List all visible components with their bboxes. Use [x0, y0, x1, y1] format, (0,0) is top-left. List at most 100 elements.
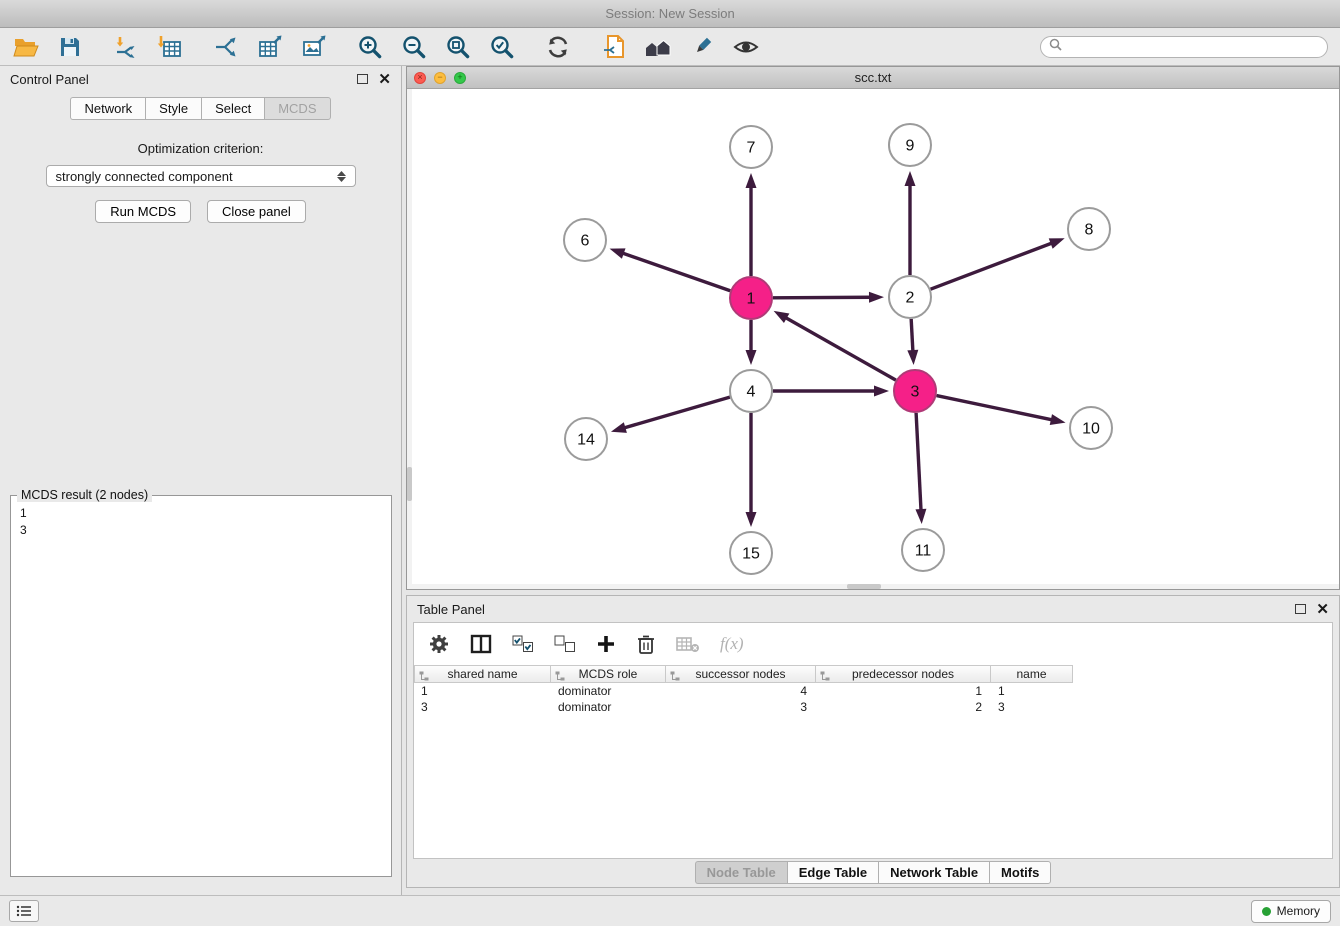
vertical-scroll-handle[interactable] — [407, 467, 412, 501]
table-header-row: shared name MCDS role successor nodes pr… — [414, 665, 1332, 683]
delete-row-trash-icon[interactable] — [636, 633, 656, 655]
zoom-in-icon[interactable] — [356, 33, 384, 61]
graph-node-9[interactable]: 9 — [889, 124, 931, 166]
import-network-icon[interactable] — [112, 33, 140, 61]
view-group — [600, 33, 760, 61]
maximize-window-icon[interactable]: + — [454, 72, 466, 84]
network-graph[interactable]: 7 9 6 8 1 2 4 3 14 10 15 11 — [407, 89, 1339, 584]
tab-motifs[interactable]: Motifs — [989, 861, 1051, 884]
function-builder-icon[interactable]: f(x) — [720, 634, 744, 654]
cell-predecessor-nodes[interactable]: 2 — [816, 699, 991, 715]
cell-shared-name[interactable]: 1 — [414, 683, 551, 699]
cell-successor-nodes[interactable]: 3 — [666, 699, 816, 715]
save-session-icon[interactable] — [56, 33, 84, 61]
graph-node-label: 14 — [577, 432, 595, 449]
refresh-view-icon[interactable] — [544, 33, 572, 61]
float-table-panel-icon[interactable] — [1295, 604, 1306, 614]
zoom-selected-icon[interactable] — [488, 33, 516, 61]
close-panel-icon[interactable]: ✕ — [378, 72, 391, 87]
settings-gear-icon[interactable] — [428, 633, 450, 655]
open-session-doc-icon[interactable] — [600, 33, 628, 61]
column-header-mcds-role[interactable]: MCDS role — [551, 665, 666, 683]
cell-predecessor-nodes[interactable]: 1 — [816, 683, 991, 699]
show-hide-eye-icon[interactable] — [732, 33, 760, 61]
apply-style-icon[interactable] — [688, 33, 716, 61]
cell-successor-nodes[interactable]: 4 — [666, 683, 816, 699]
graph-node-6[interactable]: 6 — [564, 219, 606, 261]
graph-node-label: 15 — [742, 546, 760, 563]
graph-edge-arrowhead-3-10 — [1050, 414, 1066, 425]
horizontal-scroll-handle[interactable] — [847, 584, 881, 589]
tab-style[interactable]: Style — [145, 97, 201, 120]
tab-network[interactable]: Network — [70, 97, 145, 120]
search-input[interactable] — [1067, 39, 1319, 55]
add-row-icon[interactable] — [596, 634, 616, 654]
graph-edge-3-11[interactable] — [916, 413, 921, 512]
cell-name[interactable]: 3 — [991, 699, 1073, 715]
export-network-icon[interactable] — [212, 33, 240, 61]
deselect-all-icon[interactable] — [554, 635, 576, 653]
column-header-shared-name[interactable]: shared name — [414, 665, 551, 683]
zoom-fit-icon[interactable] — [444, 33, 472, 61]
column-header-name[interactable]: name — [991, 665, 1073, 683]
graph-node-4[interactable]: 4 — [730, 370, 772, 412]
criterion-select[interactable]: strongly connected component — [46, 165, 356, 187]
graph-node-14[interactable]: 14 — [565, 418, 607, 460]
graph-edge-2-3[interactable] — [911, 319, 913, 353]
cell-shared-name[interactable]: 3 — [414, 699, 551, 715]
tab-network-table[interactable]: Network Table — [878, 861, 989, 884]
column-header-successor-nodes[interactable]: successor nodes — [666, 665, 816, 683]
open-file-icon[interactable] — [12, 33, 40, 61]
export-table-icon[interactable] — [256, 33, 284, 61]
graph-edge-3-1[interactable] — [784, 317, 896, 380]
cell-name[interactable]: 1 — [991, 683, 1073, 699]
minimize-window-icon[interactable]: − — [434, 72, 446, 84]
run-mcds-button[interactable]: Run MCDS — [95, 200, 191, 223]
tab-mcds[interactable]: MCDS — [264, 97, 330, 120]
graph-node-11[interactable]: 11 — [902, 529, 944, 571]
graph-edge-arrowhead-2-9 — [905, 171, 916, 186]
close-panel-button[interactable]: Close panel — [207, 200, 306, 223]
graph-edge-3-10[interactable] — [937, 396, 1054, 421]
network-window-title: scc.txt — [407, 70, 1339, 85]
graph-node-1[interactable]: 1 — [730, 277, 772, 319]
cell-mcds-role[interactable]: dominator — [551, 683, 666, 699]
close-window-icon[interactable]: × — [414, 72, 426, 84]
cell-mcds-role[interactable]: dominator — [551, 699, 666, 715]
graph-node-7[interactable]: 7 — [730, 126, 772, 168]
import-table-icon[interactable] — [156, 33, 184, 61]
select-all-icon[interactable] — [512, 635, 534, 653]
graph-edge-2-8[interactable] — [931, 242, 1054, 289]
vertical-scrollbar[interactable] — [407, 89, 412, 584]
tab-select[interactable]: Select — [201, 97, 264, 120]
home-layout-icon[interactable] — [644, 33, 672, 61]
close-table-panel-icon[interactable]: ✕ — [1316, 602, 1329, 617]
graph-edge-4-14[interactable] — [622, 397, 729, 428]
memory-button[interactable]: Memory — [1251, 900, 1331, 923]
select-arrows-icon — [337, 171, 346, 182]
zoom-out-icon[interactable] — [400, 33, 428, 61]
search-box[interactable] — [1040, 36, 1328, 58]
network-canvas[interactable]: 7 9 6 8 1 2 4 3 14 10 15 11 — [407, 89, 1339, 589]
destroy-table-icon[interactable] — [676, 635, 700, 653]
column-header-predecessor-nodes[interactable]: predecessor nodes — [816, 665, 991, 683]
table-row[interactable]: 3 dominator 3 2 3 — [414, 699, 1332, 715]
graph-node-15[interactable]: 15 — [730, 532, 772, 574]
task-history-button[interactable] — [9, 900, 39, 922]
float-panel-icon[interactable] — [357, 74, 368, 84]
horizontal-scrollbar[interactable] — [407, 584, 1339, 589]
sort-icon — [670, 670, 680, 684]
tab-node-table[interactable]: Node Table — [695, 861, 787, 884]
export-group — [212, 33, 328, 61]
graph-node-2[interactable]: 2 — [889, 276, 931, 318]
column-chooser-icon[interactable] — [470, 634, 492, 654]
export-image-icon[interactable] — [300, 33, 328, 61]
graph-node-10[interactable]: 10 — [1070, 407, 1112, 449]
graph-edge-1-2[interactable] — [773, 297, 872, 298]
graph-node-3[interactable]: 3 — [894, 370, 936, 412]
graph-edge-1-6[interactable] — [621, 253, 730, 291]
table-row[interactable]: 1 dominator 4 1 1 — [414, 683, 1332, 699]
graph-node-8[interactable]: 8 — [1068, 208, 1110, 250]
graph-edge-arrowhead-1-4 — [746, 350, 757, 365]
tab-edge-table[interactable]: Edge Table — [787, 861, 878, 884]
